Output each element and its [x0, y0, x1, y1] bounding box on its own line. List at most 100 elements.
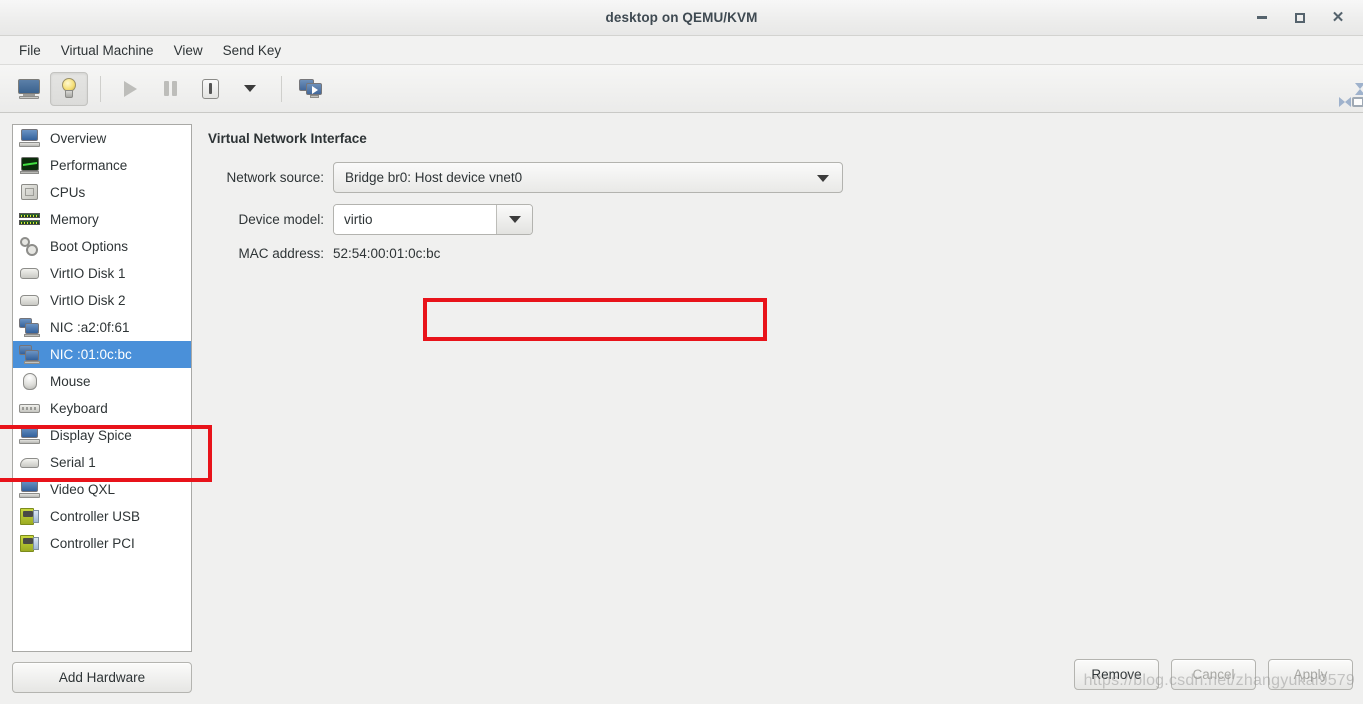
monitor-icon: [19, 480, 41, 499]
virt-manager-window: desktop on QEMU/KVM ✕ File Virtual Machi…: [0, 0, 1363, 704]
network-source-row: Network source: Bridge br0: Host device …: [205, 162, 1363, 193]
mac-address-value: 52:54:00:01:0c:bc: [333, 246, 441, 261]
toolbar: [0, 65, 1363, 113]
sidebar-item-display-spice[interactable]: Display Spice: [13, 422, 191, 449]
mac-address-label: MAC address:: [238, 246, 324, 261]
toolbar-separator-1: [100, 75, 101, 102]
disk-icon: [19, 291, 41, 310]
sidebar-item-label: Mouse: [50, 374, 91, 389]
sidebar-item-nic-a20f61[interactable]: NIC :a2:0f:61: [13, 314, 191, 341]
show-details-button[interactable]: [50, 71, 88, 106]
sidebar-item-label: Performance: [50, 158, 128, 173]
network-source-select[interactable]: Bridge br0: Host device vnet0: [333, 162, 843, 193]
monitor-icon: [17, 78, 41, 99]
sidebar-item-keyboard[interactable]: Keyboard: [13, 395, 191, 422]
sidebar-item-label: Serial 1: [50, 455, 96, 470]
sidebar-item-label: VirtIO Disk 1: [50, 266, 126, 281]
minimize-button[interactable]: [1254, 10, 1270, 26]
snapshots-button[interactable]: [292, 72, 330, 106]
sidebar-item-memory[interactable]: Memory: [13, 206, 191, 233]
device-model-dropdown-button[interactable]: [496, 205, 532, 234]
toolbar-separator-2: [281, 75, 282, 102]
sidebar-item-label: CPUs: [50, 185, 86, 200]
sidebar-item-cpus[interactable]: CPUs: [13, 179, 191, 206]
sidebar-item-overview[interactable]: Overview: [13, 125, 191, 152]
title-bar: desktop on QEMU/KVM ✕: [0, 0, 1363, 36]
add-hardware-wrap: Add Hardware: [12, 662, 205, 693]
lightbulb-icon: [59, 77, 79, 100]
hardware-list[interactable]: Overview Performance CPUs Memory Boot Op…: [12, 124, 192, 652]
device-model-label: Device model:: [238, 212, 324, 227]
shutdown-button[interactable]: [191, 72, 229, 106]
remove-button[interactable]: Remove: [1074, 659, 1159, 690]
run-button[interactable]: [111, 72, 149, 106]
show-console-button[interactable]: [10, 72, 48, 106]
sidebar-item-serial-1[interactable]: Serial 1: [13, 449, 191, 476]
details-panel: Virtual Network Interface Network source…: [205, 113, 1363, 704]
keyboard-icon: [19, 399, 41, 418]
multi-screen-icon: [299, 78, 323, 99]
sidebar-item-label: NIC :a2:0f:61: [50, 320, 130, 335]
pause-button[interactable]: [151, 72, 189, 106]
body-area: Overview Performance CPUs Memory Boot Op…: [0, 113, 1363, 704]
network-source-label: Network source:: [226, 170, 324, 185]
sidebar-item-label: Overview: [50, 131, 107, 146]
controller-icon: [19, 507, 41, 526]
performance-icon: [19, 156, 41, 175]
network-source-value: Bridge br0: Host device vnet0: [345, 170, 523, 185]
controller-icon: [19, 534, 41, 553]
sidebar-item-label: Boot Options: [50, 239, 129, 254]
nic-icon: [19, 345, 41, 364]
sidebar-item-label: Memory: [50, 212, 99, 227]
menu-file[interactable]: File: [9, 39, 51, 62]
sidebar-item-label: NIC :01:0c:bc: [50, 347, 132, 362]
mac-address-row: MAC address: 52:54:00:01:0c:bc: [205, 246, 1363, 261]
window-controls: ✕: [1254, 10, 1363, 26]
sidebar-item-mouse[interactable]: Mouse: [13, 368, 191, 395]
serial-icon: [19, 453, 41, 472]
chevron-down-icon: [817, 174, 829, 182]
monitor-icon: [19, 129, 41, 148]
footer-buttons: Remove Cancel Apply: [1074, 659, 1363, 704]
mouse-icon: [19, 372, 41, 391]
highlight-box-device-model: [423, 298, 767, 341]
minimize-icon: [1257, 16, 1267, 19]
menu-bar: File Virtual Machine View Send Key: [0, 36, 1363, 65]
gears-icon: [19, 237, 41, 256]
menu-send-key[interactable]: Send Key: [213, 39, 292, 62]
monitor-icon: [19, 426, 41, 445]
apply-button[interactable]: Apply: [1268, 659, 1353, 690]
memory-icon: [19, 210, 41, 229]
nic-icon: [19, 318, 41, 337]
add-hardware-button[interactable]: Add Hardware: [12, 662, 192, 693]
sidebar-item-label: Keyboard: [50, 401, 108, 416]
menu-view[interactable]: View: [164, 39, 213, 62]
sidebar-item-label: Controller PCI: [50, 536, 135, 551]
close-icon: ✕: [1331, 8, 1345, 26]
chevron-down-icon: [244, 85, 256, 92]
device-model-row: Device model: virtio: [205, 204, 1363, 235]
sidebar-item-performance[interactable]: Performance: [13, 152, 191, 179]
hardware-sidebar: Overview Performance CPUs Memory Boot Op…: [0, 113, 205, 704]
close-button[interactable]: ✕: [1330, 10, 1346, 26]
page-title: Virtual Network Interface: [208, 131, 367, 146]
sidebar-item-nic-010cbc[interactable]: NIC :01:0c:bc: [13, 341, 191, 368]
sidebar-item-label: VirtIO Disk 2: [50, 293, 126, 308]
sidebar-item-boot-options[interactable]: Boot Options: [13, 233, 191, 260]
device-model-combo[interactable]: virtio: [333, 204, 533, 235]
sidebar-item-label: Display Spice: [50, 428, 132, 443]
cpu-icon: [19, 183, 41, 202]
sidebar-item-controller-usb[interactable]: Controller USB: [13, 503, 191, 530]
menu-virtual-machine[interactable]: Virtual Machine: [51, 39, 164, 62]
sidebar-item-label: Controller USB: [50, 509, 141, 524]
cancel-button[interactable]: Cancel: [1171, 659, 1256, 690]
device-model-input[interactable]: virtio: [334, 205, 496, 234]
chevron-down-icon: [508, 216, 521, 223]
maximize-button[interactable]: [1292, 10, 1308, 26]
shutdown-menu-button[interactable]: [231, 72, 269, 106]
sidebar-item-video-qxl[interactable]: Video QXL: [13, 476, 191, 503]
pause-icon: [163, 81, 177, 96]
sidebar-item-controller-pci[interactable]: Controller PCI: [13, 530, 191, 557]
sidebar-item-virtio-disk-1[interactable]: VirtIO Disk 1: [13, 260, 191, 287]
sidebar-item-virtio-disk-2[interactable]: VirtIO Disk 2: [13, 287, 191, 314]
